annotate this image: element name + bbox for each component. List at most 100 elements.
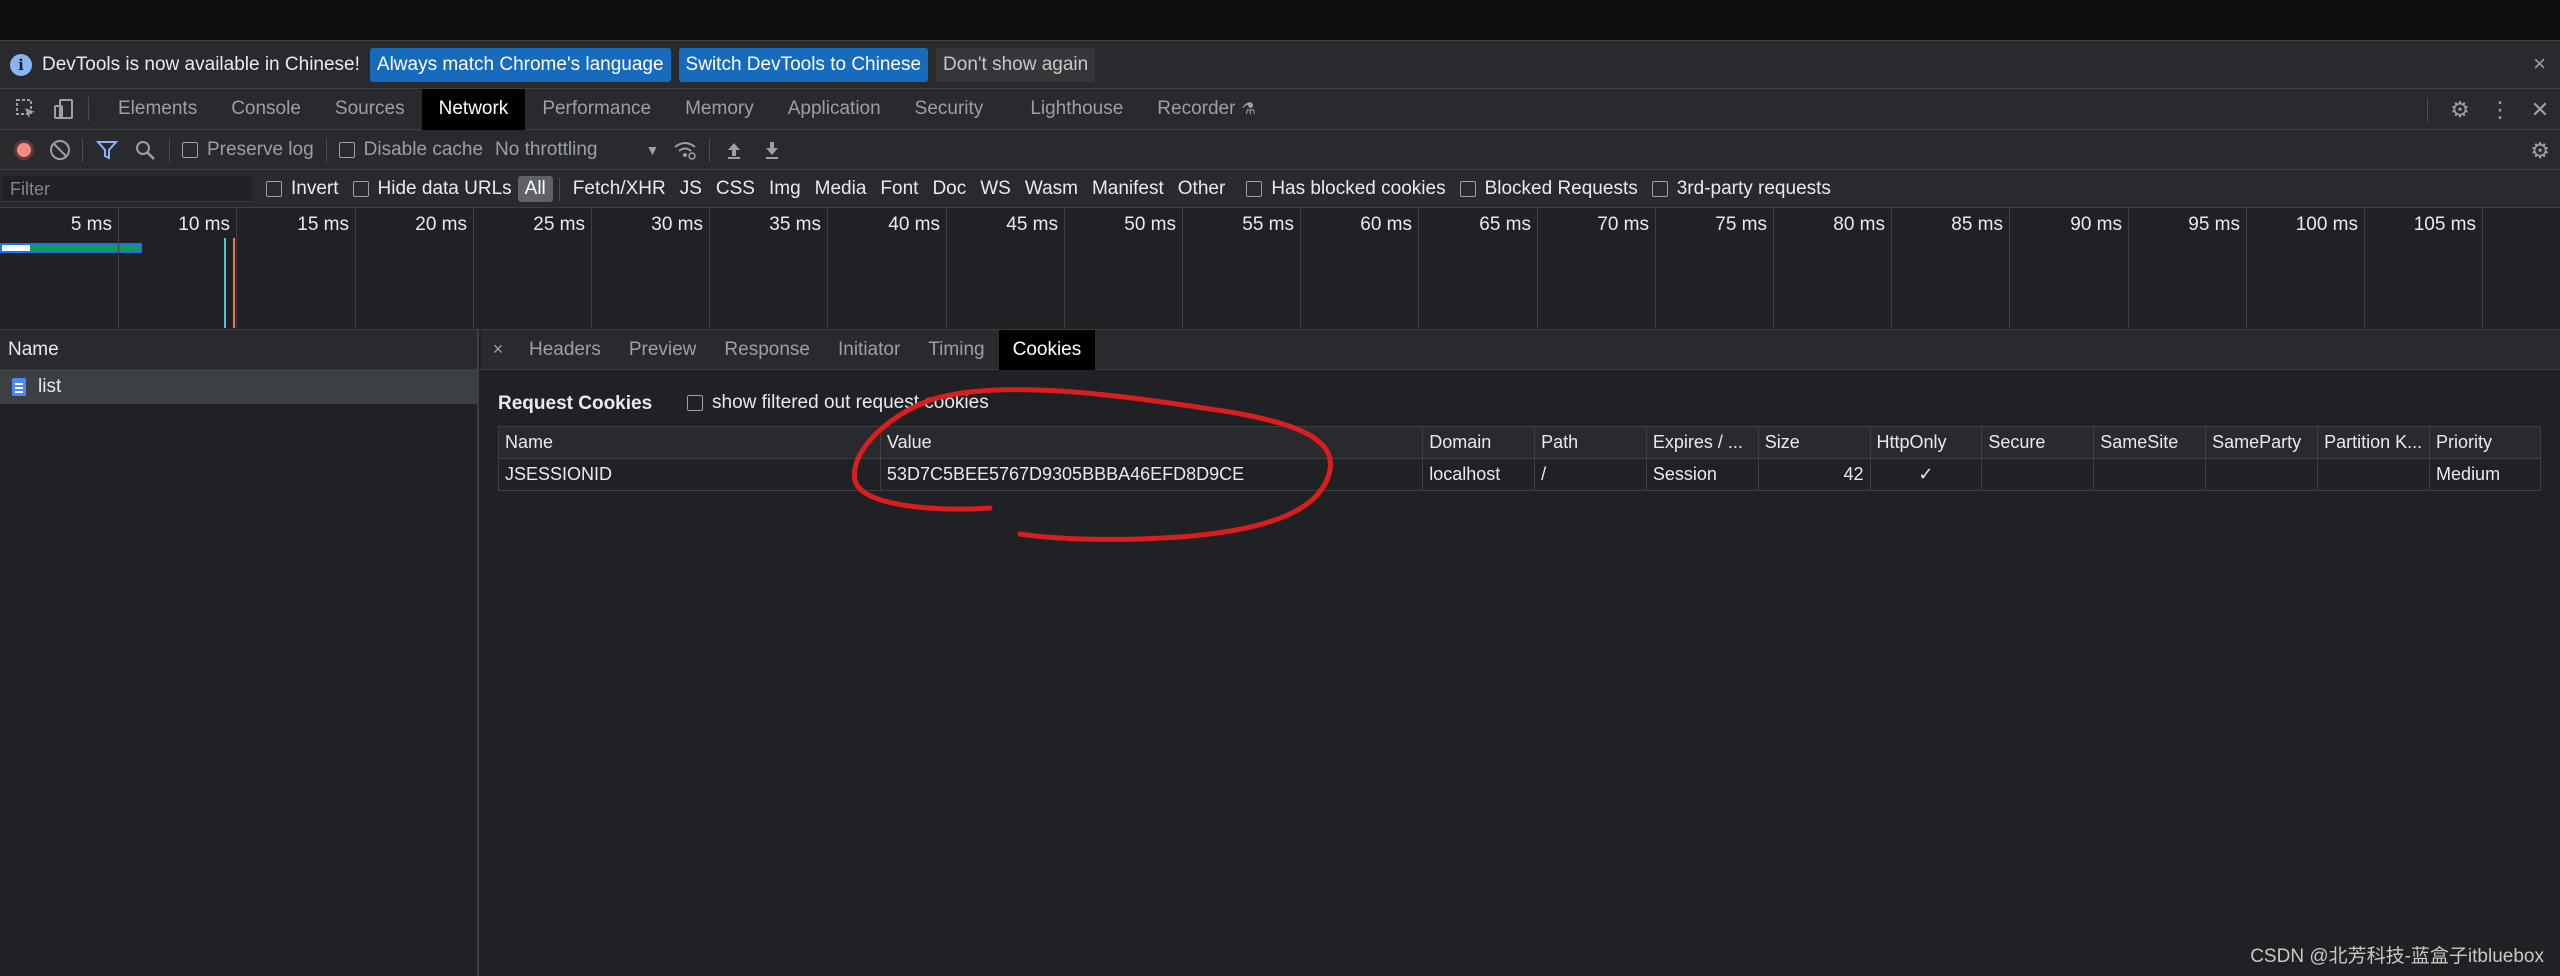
hide-data-urls-box[interactable] <box>352 180 369 197</box>
match-language-button[interactable]: Always match Chrome's language <box>369 47 671 82</box>
cookie-value[interactable]: 53D7C5BEE5767D9305BBBA46EFD8D9CE <box>879 458 1424 491</box>
filter-type-media[interactable]: Media <box>808 176 874 202</box>
record-icon[interactable] <box>14 139 34 160</box>
timeline-tick-label: 5 ms <box>70 214 112 235</box>
col-sameparty[interactable]: SameParty <box>2205 426 2319 459</box>
filter-funnel-icon[interactable] <box>95 138 119 162</box>
timeline-tick-label: 45 ms <box>1006 214 1058 235</box>
tab-application[interactable]: Application <box>771 89 898 130</box>
has-blocked-cookies-checkbox[interactable]: Has blocked cookies <box>1246 178 1446 200</box>
timeline-gridline <box>946 208 947 328</box>
cookie-httponly[interactable]: ✓ <box>1869 458 1983 491</box>
cookie-size[interactable]: 42 <box>1757 458 1871 491</box>
inspect-element-icon[interactable] <box>14 97 38 121</box>
col-httponly[interactable]: HttpOnly <box>1869 426 1983 459</box>
search-icon[interactable] <box>133 138 157 162</box>
col-partition-key[interactable]: Partition K... <box>2317 426 2431 459</box>
dropdown-arrow-icon: ▼ <box>645 141 660 158</box>
third-party-requests-checkbox[interactable]: 3rd-party requests <box>1651 178 1831 200</box>
tab-elements[interactable]: Elements <box>101 89 214 130</box>
throttling-select[interactable]: No throttling ▼ <box>495 139 659 161</box>
col-path[interactable]: Path <box>1534 426 1647 459</box>
cookie-priority[interactable]: Medium <box>2429 458 2541 491</box>
network-settings-gear-icon[interactable]: ⚙ <box>2530 138 2550 164</box>
tab-headers[interactable]: Headers <box>515 330 615 370</box>
tab-console[interactable]: Console <box>214 89 318 130</box>
hide-data-urls-checkbox[interactable]: Hide data URLs <box>352 178 512 200</box>
close-devtools-icon[interactable]: ✕ <box>2520 97 2560 123</box>
cookie-expires[interactable]: Session <box>1645 458 1759 491</box>
tab-security[interactable]: Security <box>898 89 1001 130</box>
show-filtered-cookies-checkbox[interactable]: show filtered out request cookies <box>687 392 989 414</box>
cookie-partition-key[interactable] <box>2317 458 2431 491</box>
infobar-close-icon[interactable]: × <box>2533 51 2546 77</box>
toolbar-separator <box>82 137 83 162</box>
blocked-requests-checkbox[interactable]: Blocked Requests <box>1459 178 1638 200</box>
invert-checkbox[interactable]: Invert <box>266 178 339 200</box>
col-secure[interactable]: Secure <box>1981 426 2095 459</box>
cookie-row[interactable]: JSESSIONID 53D7C5BEE5767D9305BBBA46EFD8D… <box>498 458 2541 491</box>
name-column-header[interactable]: Name <box>0 330 477 370</box>
tab-initiator[interactable]: Initiator <box>824 330 914 370</box>
more-options-icon[interactable]: ⋮ <box>2480 97 2520 123</box>
col-name[interactable]: Name <box>498 426 881 459</box>
cookie-samesite[interactable] <box>2093 458 2207 491</box>
filter-type-ws[interactable]: WS <box>973 176 1018 202</box>
filter-type-doc[interactable]: Doc <box>925 176 973 202</box>
close-details-icon[interactable]: × <box>481 339 515 360</box>
request-row[interactable]: list <box>0 370 477 404</box>
tab-lighthouse[interactable]: Lighthouse <box>1000 89 1140 130</box>
dont-show-again-button[interactable]: Don't show again <box>936 47 1096 82</box>
blocked-requests-box[interactable] <box>1459 180 1476 197</box>
tab-memory[interactable]: Memory <box>668 89 771 130</box>
disable-cache-checkbox[interactable]: Disable cache <box>338 139 483 161</box>
tab-recorder[interactable]: Recorder ⚗ <box>1140 89 1273 130</box>
tab-response[interactable]: Response <box>710 330 824 370</box>
col-samesite[interactable]: SameSite <box>2093 426 2207 459</box>
tab-performance[interactable]: Performance <box>525 89 668 130</box>
disable-cache-box[interactable] <box>338 141 355 158</box>
has-blocked-cookies-box[interactable] <box>1246 180 1263 197</box>
show-filtered-cookies-box[interactable] <box>687 395 703 411</box>
col-priority[interactable]: Priority <box>2429 426 2541 459</box>
filter-type-wasm[interactable]: Wasm <box>1018 176 1085 202</box>
col-expires[interactable]: Expires / ... <box>1645 426 1759 459</box>
network-overview-timeline[interactable]: 5 ms 10 ms 15 ms 20 ms 25 ms 30 ms 35 ms 40 ms 4… <box>0 208 2560 330</box>
switch-to-chinese-button[interactable]: Switch DevTools to Chinese <box>678 47 929 82</box>
preserve-log-label: Preserve log <box>207 138 314 160</box>
tab-sources[interactable]: Sources <box>318 89 422 130</box>
cookie-sameparty[interactable] <box>2205 458 2319 491</box>
preserve-log-box[interactable] <box>182 141 198 158</box>
invert-box[interactable] <box>266 180 282 197</box>
filter-type-font[interactable]: Font <box>873 176 925 202</box>
settings-gear-icon[interactable]: ⚙ <box>2440 97 2480 123</box>
third-party-requests-box[interactable] <box>1651 180 1668 197</box>
filter-type-all[interactable]: All <box>517 175 553 202</box>
col-size[interactable]: Size <box>1757 426 1871 459</box>
timeline-gridline <box>473 208 474 328</box>
filter-type-other[interactable]: Other <box>1171 176 1233 202</box>
filter-type-img[interactable]: Img <box>762 176 808 202</box>
tab-preview[interactable]: Preview <box>615 330 711 370</box>
device-toolbar-icon[interactable] <box>52 97 76 121</box>
col-domain[interactable]: Domain <box>1422 426 1536 459</box>
col-value[interactable]: Value <box>879 426 1424 459</box>
cookie-path[interactable]: / <box>1534 458 1647 491</box>
clear-icon[interactable] <box>50 139 70 160</box>
cookie-secure[interactable] <box>1981 458 2095 491</box>
timeline-gridline <box>1773 208 1774 328</box>
preserve-log-checkbox[interactable]: Preserve log <box>182 139 314 161</box>
export-har-icon[interactable] <box>760 138 784 162</box>
filter-type-manifest[interactable]: Manifest <box>1085 176 1171 202</box>
tab-timing[interactable]: Timing <box>914 330 998 370</box>
cookie-domain[interactable]: localhost <box>1422 458 1536 491</box>
tab-network[interactable]: Network <box>421 88 526 130</box>
cookie-name[interactable]: JSESSIONID <box>498 458 881 491</box>
import-har-icon[interactable] <box>722 138 746 162</box>
filter-type-js[interactable]: JS <box>673 176 709 202</box>
tab-cookies[interactable]: Cookies <box>998 329 1096 370</box>
filter-input[interactable]: Filter <box>2 175 252 202</box>
network-conditions-icon[interactable] <box>673 138 697 162</box>
filter-type-fetch-xhr[interactable]: Fetch/XHR <box>566 176 673 202</box>
filter-type-css[interactable]: CSS <box>709 176 762 202</box>
